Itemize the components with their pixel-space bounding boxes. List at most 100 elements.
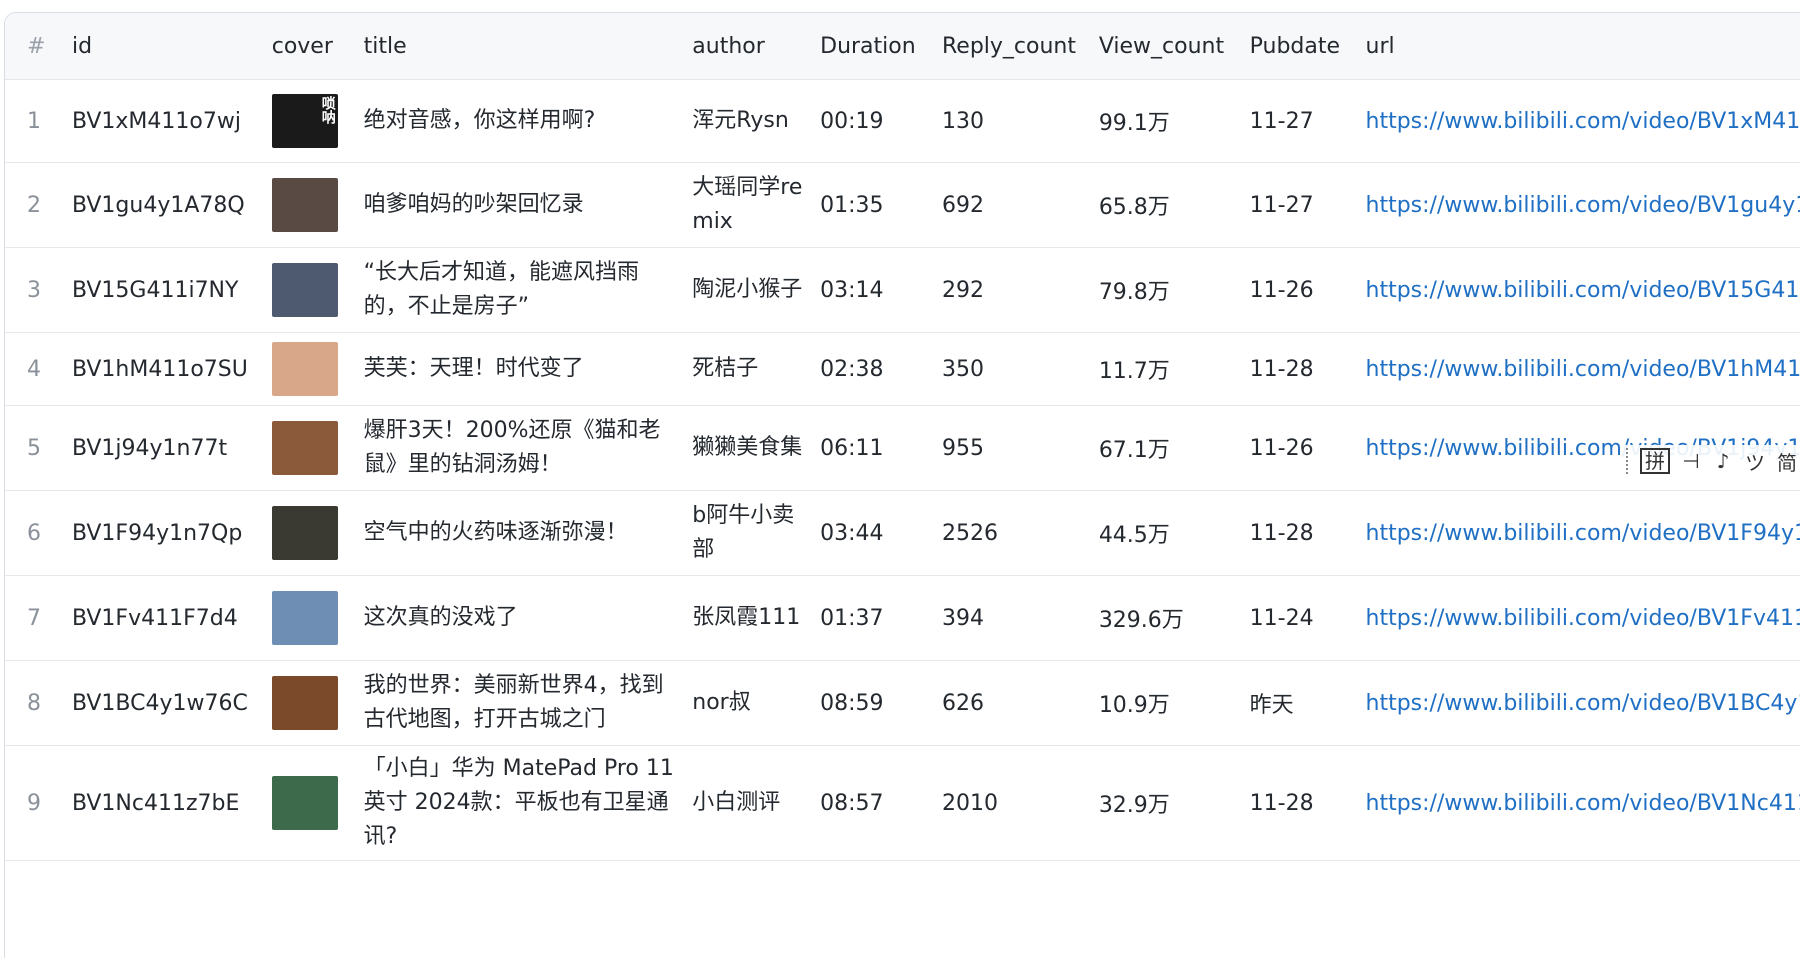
header-url[interactable]: url (1366, 34, 1800, 59)
header-title[interactable]: title (364, 34, 693, 59)
cover-thumbnail[interactable] (271, 263, 338, 317)
ime-tools-icon[interactable]: 简 (1776, 447, 1798, 476)
video-id: BV1j94y1n77t (71, 435, 228, 461)
header-author[interactable]: author (692, 34, 820, 59)
cover-overlay-text: 唢呐 (319, 96, 336, 124)
header-view-count[interactable]: View_count (1099, 34, 1250, 59)
video-title: 芙芙：天理！时代变了 (363, 356, 584, 381)
header-index[interactable]: # (5, 34, 72, 59)
table-row[interactable]: 5 BV1j94y1n77t 爆肝3天！200%还原《猫和老鼠》里的钻洞汤姆！ 獭獭美… (5, 406, 1800, 491)
cover-cell (271, 591, 364, 645)
reply-count: 626 (941, 690, 984, 716)
ime-voice-icon[interactable]: ♪ (1712, 449, 1734, 473)
table-row[interactable]: 9 BV1Nc411z7bE 「小白」华为 MatePad Pro 11英寸 202… (5, 746, 1800, 861)
video-url-link[interactable]: https://www.bilibili.com/video/BV1BC4y1w… (1366, 691, 1800, 716)
cover-cell (271, 676, 364, 730)
cover-cell (271, 776, 364, 830)
table-row[interactable]: 1 BV1xM411o7wj 唢呐 绝对音感，你这样用啊? 浑元Rysn 00:19 130… (5, 80, 1800, 163)
pubdate: 11-24 (1249, 605, 1314, 631)
reply-count: 2526 (941, 520, 998, 546)
table-row[interactable]: 2 BV1gu4y1A78Q 咱爹咱妈的吵架回忆录 大瑶同学remix 01:35 692… (5, 163, 1800, 248)
pubdate: 昨天 (1249, 693, 1294, 718)
video-duration: 08:57 (820, 790, 884, 816)
url-cell: https://www.bilibili.com/video/BV1F94y1n… (1366, 521, 1800, 546)
row-index: 6 (27, 520, 41, 546)
url-cell: https://www.bilibili.com/video/BV1Nc411z… (1366, 791, 1800, 816)
header-duration[interactable]: Duration (820, 34, 942, 59)
url-cell: https://www.bilibili.com/video/BV1xM411o… (1366, 109, 1800, 134)
table-row[interactable]: 4 BV1hM411o7SU 芙芙：天理！时代变了 死桔子 02:38 350 11.7万 1… (5, 333, 1800, 406)
video-url-link[interactable]: https://www.bilibili.com/video/BV1Fv411F… (1366, 606, 1800, 631)
video-title: 这次真的没戏了 (363, 605, 518, 630)
cover-cell: 唢呐 (271, 94, 364, 148)
row-index: 3 (27, 277, 41, 303)
header-id[interactable]: id (72, 34, 272, 59)
ime-mode-icon[interactable]: 拼 (1640, 448, 1670, 474)
table-row[interactable]: 7 BV1Fv411F7d4 这次真的没戏了 张凤霞111 01:37 394 329.6万… (5, 576, 1800, 661)
video-url-link[interactable]: https://www.bilibili.com/video/BV1gu4y1A… (1366, 193, 1800, 218)
video-id: BV1BC4y1w76C (71, 690, 248, 716)
row-index: 4 (27, 356, 41, 382)
view-count: 44.5万 (1098, 523, 1170, 548)
video-duration: 06:11 (820, 435, 884, 461)
table-header: # id cover title author Duration Reply_c… (5, 13, 1800, 80)
cover-thumbnail[interactable]: 唢呐 (271, 94, 338, 148)
cover-thumbnail[interactable] (271, 506, 338, 560)
video-url-link[interactable]: https://www.bilibili.com/video/BV1xM411o… (1366, 109, 1800, 134)
ime-emoji-icon[interactable]: ツ (1744, 447, 1766, 476)
header-reply-count[interactable]: Reply_count (942, 34, 1099, 59)
table-row[interactable]: 3 BV15G411i7NY “长大后才知道，能遮风挡雨的，不止是房子” 陶泥小猴子 0… (5, 248, 1800, 333)
video-url-link[interactable]: https://www.bilibili.com/video/BV1Nc411z… (1366, 791, 1800, 816)
reply-count: 130 (941, 108, 984, 134)
video-url-link[interactable]: https://www.bilibili.com/video/BV1hM411o… (1366, 357, 1800, 382)
video-author: 张凤霞111 (692, 605, 801, 630)
video-author: 浑元Rysn (692, 108, 789, 133)
video-id: BV1hM411o7SU (71, 356, 248, 382)
header-pubdate[interactable]: Pubdate (1250, 34, 1366, 59)
video-id: BV1xM411o7wj (71, 108, 241, 134)
video-duration: 01:35 (820, 192, 884, 218)
row-index: 1 (27, 108, 41, 134)
cover-thumbnail[interactable] (271, 591, 338, 645)
url-cell: https://www.bilibili.com/video/BV15G411i… (1366, 278, 1800, 303)
pubdate: 11-27 (1249, 108, 1314, 134)
table-row[interactable]: 6 BV1F94y1n7Qp 空气中的火药味逐渐弥漫！ b阿牛小卖部 03:44 2526… (5, 491, 1800, 576)
table-body: 1 BV1xM411o7wj 唢呐 绝对音感，你这样用啊? 浑元Rysn 00:19 130… (5, 80, 1800, 861)
url-cell: https://www.bilibili.com/video/BV1hM411o… (1366, 357, 1800, 382)
video-author: 獭獭美食集 (692, 435, 803, 460)
pubdate: 11-26 (1249, 277, 1314, 303)
cover-thumbnail[interactable] (271, 421, 338, 475)
row-index: 8 (27, 690, 41, 716)
reply-count: 692 (941, 192, 984, 218)
cover-thumbnail[interactable] (271, 676, 338, 730)
pubdate: 11-28 (1249, 356, 1314, 382)
video-id: BV1gu4y1A78Q (71, 192, 245, 218)
video-url-link[interactable]: https://www.bilibili.com/video/BV15G411i… (1366, 278, 1800, 303)
view-count: 11.7万 (1098, 359, 1170, 384)
video-author: 死桔子 (692, 356, 759, 381)
view-count: 32.9万 (1098, 793, 1170, 818)
cover-thumbnail[interactable] (271, 776, 338, 830)
pubdate: 11-28 (1249, 520, 1314, 546)
video-author: 大瑶同学remix (692, 175, 803, 234)
video-title: 绝对音感，你这样用啊? (363, 108, 596, 133)
view-count: 10.9万 (1098, 693, 1170, 718)
ime-toolbar: 拼 ⊣ ♪ ツ 简 (1620, 445, 1800, 477)
ime-punct-icon[interactable]: ⊣ (1680, 449, 1702, 473)
video-title: 空气中的火药味逐渐弥漫！ (363, 520, 628, 545)
cover-thumbnail[interactable] (271, 342, 338, 396)
url-cell: https://www.bilibili.com/video/BV1Fv411F… (1366, 606, 1800, 631)
video-id: BV1F94y1n7Qp (71, 520, 243, 546)
video-id: BV1Fv411F7d4 (71, 605, 238, 631)
table-row[interactable]: 8 BV1BC4y1w76C 我的世界：美丽新世界4，找到古代地图，打开古城之门 no… (5, 661, 1800, 746)
view-count: 99.1万 (1098, 111, 1170, 136)
video-title: 咱爹咱妈的吵架回忆录 (363, 192, 584, 217)
header-cover[interactable]: cover (272, 34, 364, 59)
video-title: 「小白」华为 MatePad Pro 11英寸 2024款：平板也有卫星通讯? (363, 756, 674, 849)
row-index: 9 (27, 790, 41, 816)
cover-thumbnail[interactable] (271, 178, 338, 232)
video-url-link[interactable]: https://www.bilibili.com/video/BV1F94y1n… (1366, 521, 1800, 546)
cover-cell (271, 342, 364, 396)
reply-count: 2010 (941, 790, 998, 816)
ime-drag-handle[interactable] (1626, 448, 1630, 474)
